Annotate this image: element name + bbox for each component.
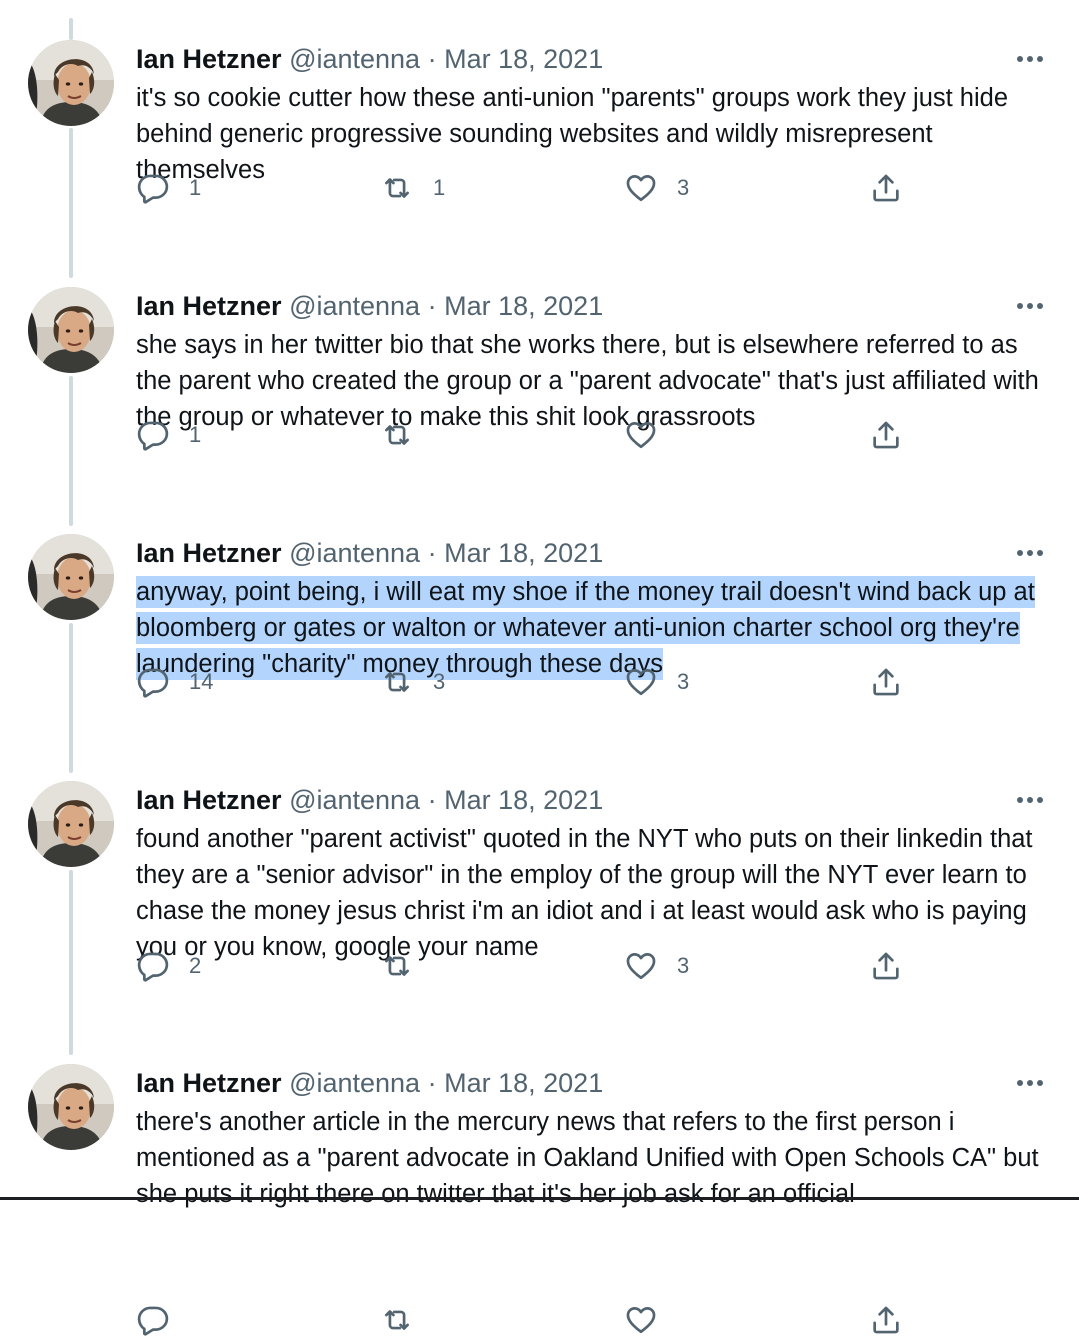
like-count: 3 xyxy=(677,175,690,200)
tweet-date[interactable]: Mar 18, 2021 xyxy=(444,44,603,74)
tweet-actions: 1 xyxy=(136,415,936,455)
thread-line xyxy=(69,376,73,526)
author-handle[interactable]: @iantenna xyxy=(289,1068,420,1098)
avatar[interactable] xyxy=(28,40,114,126)
reply-icon xyxy=(137,174,169,204)
share-icon xyxy=(873,668,899,696)
more-icon[interactable] xyxy=(1015,291,1045,321)
author-handle[interactable]: @iantenna xyxy=(289,538,420,568)
tweet-header: Ian Hetzner @iantenna · Mar 18, 2021 xyxy=(136,535,603,571)
reply-button[interactable]: 1 xyxy=(136,415,201,455)
more-icon[interactable] xyxy=(1015,785,1045,815)
like-button[interactable]: 3 xyxy=(624,662,689,702)
author-handle[interactable]: @iantenna xyxy=(289,785,420,815)
share-icon xyxy=(873,174,899,202)
author-name[interactable]: Ian Hetzner xyxy=(136,1068,282,1098)
retweet-icon xyxy=(385,956,409,976)
reply-count: 14 xyxy=(189,669,214,694)
header-separator: · xyxy=(427,291,437,321)
like-count: 3 xyxy=(677,669,690,694)
reply-button[interactable]: 1 xyxy=(136,168,201,208)
share-icon xyxy=(873,952,899,980)
more-icon[interactable] xyxy=(1015,1068,1045,1098)
retweet-count: 1 xyxy=(433,175,446,200)
retweet-count: 3 xyxy=(433,669,446,694)
reply-button[interactable] xyxy=(136,1300,189,1340)
tweet-actions: 2 3 xyxy=(136,946,936,986)
author-name[interactable]: Ian Hetzner xyxy=(136,538,282,568)
tweet-text: found another "parent activist" quoted i… xyxy=(136,825,1033,961)
retweet-button[interactable] xyxy=(380,1300,433,1340)
more-icon[interactable] xyxy=(1015,44,1045,74)
author-name[interactable]: Ian Hetzner xyxy=(136,44,282,74)
thread-line xyxy=(69,18,73,40)
avatar[interactable] xyxy=(28,1064,114,1150)
tweet-text-container: found another "parent activist" quoted i… xyxy=(136,821,1056,965)
retweet-button[interactable]: 3 xyxy=(380,662,445,702)
author-name[interactable]: Ian Hetzner xyxy=(136,785,282,815)
avatar[interactable] xyxy=(28,287,114,373)
tweet-actions: 14 3 3 xyxy=(136,662,936,702)
like-icon xyxy=(626,422,656,449)
tweet-header: Ian Hetzner @iantenna · Mar 18, 2021 xyxy=(136,782,603,818)
retweet-icon xyxy=(385,178,409,198)
share-button[interactable] xyxy=(869,168,903,208)
retweet-icon xyxy=(385,672,409,692)
tweet-date[interactable]: Mar 18, 2021 xyxy=(444,1068,603,1098)
like-button[interactable]: 3 xyxy=(624,168,689,208)
retweet-button[interactable] xyxy=(380,946,433,986)
like-button[interactable]: 3 xyxy=(624,946,689,986)
like-button[interactable] xyxy=(624,415,677,455)
reply-count: 1 xyxy=(189,422,202,447)
reply-count: 1 xyxy=(189,175,202,200)
retweet-button[interactable]: 1 xyxy=(380,168,445,208)
like-icon xyxy=(626,175,656,202)
header-separator: · xyxy=(427,1068,437,1098)
author-handle[interactable]: @iantenna xyxy=(289,291,420,321)
tweet-header: Ian Hetzner @iantenna · Mar 18, 2021 xyxy=(136,41,603,77)
tweet-date[interactable]: Mar 18, 2021 xyxy=(444,785,603,815)
reply-icon xyxy=(137,952,169,982)
header-separator: · xyxy=(427,538,437,568)
reply-icon xyxy=(137,421,169,451)
header-separator: · xyxy=(427,785,437,815)
thread-line xyxy=(69,623,73,773)
reply-icon xyxy=(137,1306,169,1336)
thread-line xyxy=(69,128,73,278)
tweet-date[interactable]: Mar 18, 2021 xyxy=(444,538,603,568)
share-button[interactable] xyxy=(869,946,903,986)
share-button[interactable] xyxy=(869,415,903,455)
more-icon[interactable] xyxy=(1015,538,1045,568)
author-name[interactable]: Ian Hetzner xyxy=(136,291,282,321)
retweet-icon xyxy=(385,1310,409,1330)
like-icon xyxy=(626,1307,656,1334)
tweet-actions xyxy=(136,1300,936,1340)
reply-button[interactable]: 2 xyxy=(136,946,201,986)
tweet-date[interactable]: Mar 18, 2021 xyxy=(444,291,603,321)
tweet-header: Ian Hetzner @iantenna · Mar 18, 2021 xyxy=(136,1065,603,1101)
share-icon xyxy=(873,1306,899,1334)
reply-icon xyxy=(137,668,169,698)
avatar[interactable] xyxy=(28,534,114,620)
tweet-text-container: there's another article in the mercury n… xyxy=(136,1104,1056,1212)
author-handle[interactable]: @iantenna xyxy=(289,44,420,74)
reply-count: 2 xyxy=(189,953,202,978)
like-icon xyxy=(626,953,656,980)
tweet-text: there's another article in the mercury n… xyxy=(136,1108,1039,1208)
header-separator: · xyxy=(427,44,437,74)
like-count: 3 xyxy=(677,953,690,978)
tweet-header: Ian Hetzner @iantenna · Mar 18, 2021 xyxy=(136,288,603,324)
tweet-actions: 1 1 3 xyxy=(136,168,936,208)
share-button[interactable] xyxy=(869,1300,903,1340)
thread-line xyxy=(69,870,73,1055)
retweet-icon xyxy=(385,425,409,445)
share-icon xyxy=(873,421,899,449)
share-button[interactable] xyxy=(869,662,903,702)
retweet-button[interactable] xyxy=(380,415,433,455)
avatar[interactable] xyxy=(28,781,114,867)
reply-button[interactable]: 14 xyxy=(136,662,213,702)
like-button[interactable] xyxy=(624,1300,677,1340)
like-icon xyxy=(626,669,656,696)
